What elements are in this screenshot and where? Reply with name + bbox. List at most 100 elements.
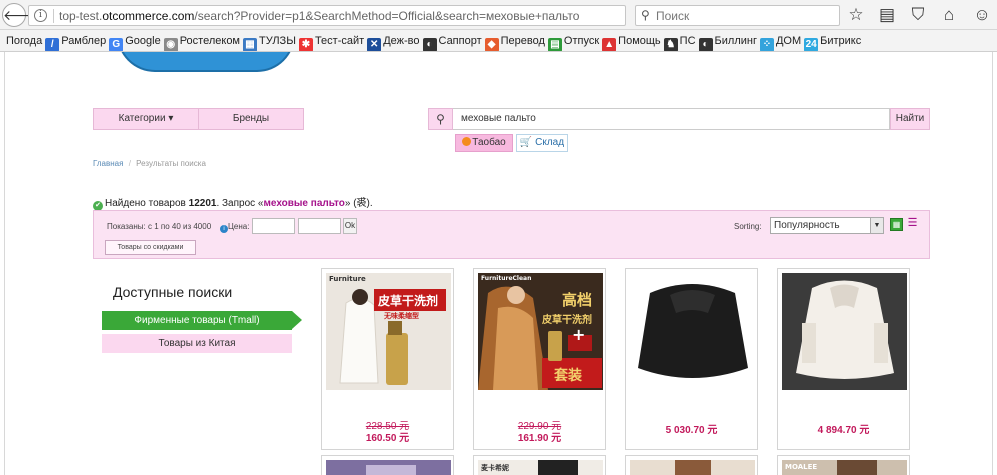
breadcrumb-current: Результаты поиска bbox=[136, 159, 206, 168]
product-card[interactable]: 5 030.70 元 bbox=[625, 268, 758, 450]
product-image[interactable] bbox=[630, 273, 755, 390]
bookmark-item[interactable]: ◐ Саппорт bbox=[422, 30, 482, 51]
discount-items-button[interactable]: Товары со скидками bbox=[105, 240, 196, 255]
bookmark-favicon-icon: ✕ bbox=[367, 38, 382, 51]
product-card[interactable]: 4 894.70 元 bbox=[777, 268, 910, 450]
bookmark-favicon-icon: ♞ bbox=[663, 38, 678, 51]
bookmark-star-icon[interactable]: ☆ bbox=[846, 5, 866, 25]
facet-tmall[interactable]: Фирменные товары (Tmall) bbox=[102, 311, 292, 330]
bookmark-item[interactable]: G Google bbox=[109, 30, 161, 51]
results-middle: . Запрос « bbox=[216, 198, 264, 209]
back-button[interactable]: 🡐 bbox=[2, 3, 41, 27]
url-prefix: top-test. bbox=[59, 9, 103, 23]
bookmark-item[interactable]: ✱ Тест-сайт bbox=[298, 30, 364, 51]
bookmark-item[interactable]: ◆ Перевод bbox=[484, 30, 545, 51]
results-query-link[interactable]: меховые пальто bbox=[264, 198, 345, 209]
product-card[interactable]: 麦卡希妮 bbox=[473, 455, 606, 475]
bookmark-item[interactable]: ⁘ ДОМ bbox=[759, 30, 802, 51]
list-view-icon[interactable]: ☰ bbox=[906, 217, 919, 230]
shown-range: Показаны: с 1 по 40 из 4000 bbox=[107, 222, 212, 231]
bookmark-favicon-icon: ◆ bbox=[484, 38, 499, 51]
bookmark-label: Отпуск bbox=[563, 35, 600, 47]
address-text[interactable]: top-test.otcommerce.com/search?Provider=… bbox=[59, 9, 579, 23]
address-bar[interactable]: i top-test.otcommerce.com/search?Provide… bbox=[28, 5, 645, 29]
bookmark-item[interactable]: 24 Битрикс bbox=[804, 30, 861, 51]
find-button[interactable]: Найти bbox=[890, 108, 930, 130]
sorting-value: Популярность bbox=[774, 220, 840, 231]
brands-button[interactable]: Бренды bbox=[199, 109, 303, 129]
categories-button[interactable]: Категории ▾ bbox=[94, 109, 199, 129]
site-info-icon[interactable]: i bbox=[34, 9, 47, 22]
available-searches-title: Доступные поиски bbox=[113, 284, 233, 300]
results-prefix: Найдено товаров bbox=[105, 198, 189, 209]
page-content: Категории ▾ Бренды ⚲ меховые пальто Найт… bbox=[0, 52, 997, 475]
chevron-down-icon[interactable]: ▼ bbox=[870, 218, 883, 233]
browser-toolbar: 🡐 i top-test.otcommerce.com/search?Provi… bbox=[0, 0, 997, 30]
url-path: /search?Provider=p1&SearchMethod=Officia… bbox=[194, 9, 580, 23]
bookmark-item[interactable]: ▲ Помощь bbox=[602, 30, 661, 51]
bookmark-favicon-icon: G bbox=[109, 38, 124, 51]
price-to-input[interactable] bbox=[298, 218, 341, 234]
product-card[interactable]: Furniture 皮草干洗剂 无味柔缩型 228.50 元 160.50 元 bbox=[321, 268, 454, 450]
product-image[interactable]: Furniture 皮草干洗剂 无味柔缩型 bbox=[326, 273, 451, 390]
provider-warehouse-tab[interactable]: 🛒 Склад bbox=[516, 134, 568, 152]
reading-list-icon[interactable]: ▤ bbox=[877, 5, 897, 25]
image-set-text: 套装 bbox=[554, 368, 582, 384]
site-logo[interactable] bbox=[117, 52, 295, 72]
bookmark-item[interactable]: ♞ ПС bbox=[663, 30, 696, 51]
image-sub-text: 皮草干洗剂 bbox=[542, 315, 592, 326]
bookmark-item[interactable]: ◐ Биллинг bbox=[698, 30, 757, 51]
facet-arrow bbox=[292, 311, 302, 329]
bookmark-item[interactable]: ✕ Деж-во bbox=[367, 30, 420, 51]
facet-china[interactable]: Товары из Китая bbox=[102, 334, 292, 353]
smiley-icon[interactable]: ☺ bbox=[972, 5, 992, 25]
address-separator bbox=[53, 9, 54, 23]
cart-icon: 🛒 bbox=[519, 137, 533, 148]
bookmark-item[interactable]: ▦ ТУЛЗЫ bbox=[243, 30, 296, 51]
categories-label: Категории bbox=[118, 113, 166, 124]
bookmark-label: Помощь bbox=[618, 35, 661, 47]
search-input[interactable]: меховые пальто bbox=[453, 108, 890, 130]
search-icon[interactable]: ⚲ bbox=[428, 108, 453, 130]
browser-search-box[interactable]: ⚲ Поиск bbox=[635, 5, 840, 26]
results-suffix: » (裘). bbox=[344, 198, 373, 209]
price-label-text: Цена: bbox=[228, 222, 250, 231]
product-price: 161.90 元 bbox=[517, 433, 562, 444]
product-image[interactable] bbox=[782, 273, 907, 390]
bookmark-item[interactable]: ▤ Отпуск bbox=[547, 30, 600, 51]
breadcrumb-home[interactable]: Главная bbox=[93, 159, 123, 168]
product-card[interactable]: FurnitureClean 高档 皮草干洗剂 + 套装 229.90 元 16… bbox=[473, 268, 606, 450]
product-image[interactable] bbox=[326, 460, 451, 475]
bookmark-label: Google bbox=[125, 35, 161, 47]
provider-taobao-tab[interactable]: Таобао bbox=[455, 134, 513, 152]
product-card[interactable] bbox=[321, 455, 454, 475]
bookmark-item[interactable]: / Рамблер bbox=[45, 30, 106, 51]
info-icon[interactable]: i bbox=[220, 225, 228, 233]
product-image[interactable] bbox=[630, 460, 755, 475]
home-icon[interactable]: ⌂ bbox=[939, 5, 959, 25]
image-title-text: 皮草干洗剂 bbox=[378, 294, 439, 308]
bookmark-favicon-icon: ▤ bbox=[547, 38, 562, 51]
product-image[interactable]: FurnitureClean 高档 皮草干洗剂 + 套装 bbox=[478, 273, 603, 390]
product-price: 4 894.70 元 bbox=[817, 425, 870, 436]
bookmark-favicon-icon: / bbox=[45, 38, 60, 51]
pocket-icon[interactable]: ⛉ bbox=[908, 5, 928, 25]
sorting-select[interactable]: Популярность ▼ bbox=[770, 217, 884, 234]
bookmark-favicon-icon: 24 bbox=[804, 38, 819, 51]
product-card[interactable]: MOALEE bbox=[777, 455, 910, 475]
bookmark-label: ПС bbox=[679, 35, 696, 47]
product-image[interactable]: MOALEE bbox=[782, 460, 907, 475]
bookmarks-bar: Погода / Рамблер G Google ◉ Ростелеком ▦ ТУЛЗЫ ✱ Т… bbox=[0, 30, 997, 52]
price-from-input[interactable] bbox=[252, 218, 295, 234]
price-ok-button[interactable]: Ok bbox=[343, 218, 357, 234]
search-icon: ⚲ bbox=[641, 8, 650, 22]
bookmark-label: ДОМ bbox=[775, 35, 802, 47]
product-price: 160.50 元 bbox=[365, 433, 410, 444]
bookmark-item[interactable]: Погода bbox=[6, 30, 42, 51]
bookmark-favicon-icon: ◐ bbox=[698, 38, 713, 51]
bookmark-label: Биллинг bbox=[714, 35, 757, 47]
bookmark-item[interactable]: ◉ Ростелеком bbox=[163, 30, 240, 51]
grid-view-icon[interactable]: ▦ bbox=[890, 218, 903, 231]
product-image[interactable]: 麦卡希妮 bbox=[478, 460, 603, 475]
product-card[interactable] bbox=[625, 455, 758, 475]
